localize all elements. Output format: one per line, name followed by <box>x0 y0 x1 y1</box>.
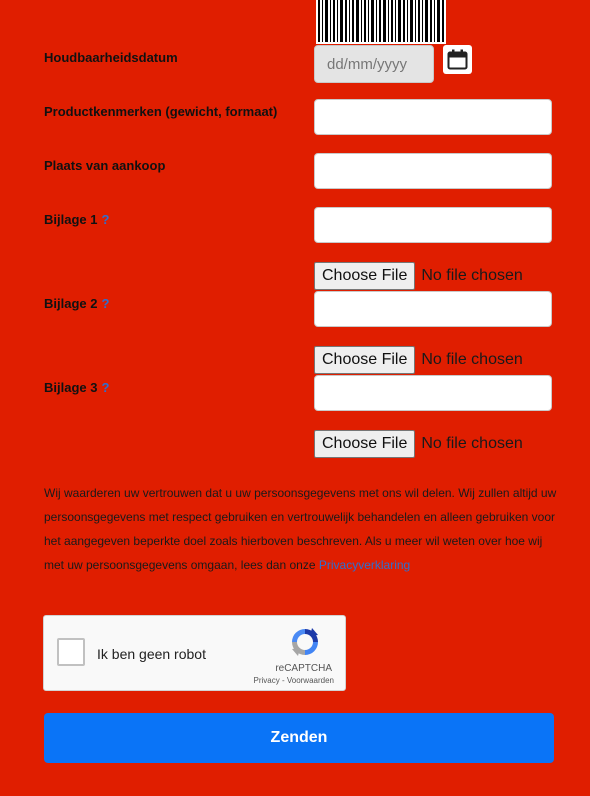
recaptcha-label: Ik ben geen robot <box>97 646 206 662</box>
attachment-1-file-status: No file chosen <box>421 267 523 284</box>
calendar-icon <box>447 49 468 70</box>
attachment-3-label: Bijlage 3? <box>44 380 109 395</box>
attachment-3-help-link[interactable]: ? <box>101 380 109 395</box>
attachment-1-choose-file-button[interactable]: Choose File <box>314 262 416 290</box>
attachment-2-help-link[interactable]: ? <box>101 296 109 311</box>
purchase-place-label: Plaats van aankoop <box>44 158 166 173</box>
recaptcha-links[interactable]: Privacy - Voorwaarden <box>254 676 334 685</box>
attachment-2-label-text: Bijlage 2 <box>44 296 98 311</box>
expiry-date-input[interactable]: dd/mm/yyyy <box>314 45 434 83</box>
attachment-3-file-picker: Choose File No file chosen <box>314 429 523 459</box>
attachment-1-file-picker: Choose File No file chosen <box>314 261 523 291</box>
attachment-1-label-text: Bijlage 1 <box>44 212 98 227</box>
attachment-2-choose-file-button[interactable]: Choose File <box>314 346 416 374</box>
product-features-input[interactable] <box>314 99 552 135</box>
recaptcha-widget: Ik ben geen robot reCAPTCHA Privacy - Vo… <box>43 615 346 691</box>
recaptcha-checkbox[interactable] <box>57 638 85 666</box>
submit-button[interactable]: Zenden <box>44 713 554 763</box>
privacy-text: Wij waarderen uw vertrouwen dat u uw per… <box>44 486 557 572</box>
purchase-place-input[interactable] <box>314 153 552 189</box>
attachment-3-choose-file-button[interactable]: Choose File <box>314 430 416 458</box>
privacy-link[interactable]: Privacyverklaring <box>319 558 410 572</box>
recaptcha-logo-icon <box>292 628 318 656</box>
calendar-button[interactable] <box>443 45 472 74</box>
expiry-date-label: Houdbaarheidsdatum <box>44 50 178 65</box>
attachment-3-label-text: Bijlage 3 <box>44 380 98 395</box>
product-features-label: Productkenmerken (gewicht, formaat) <box>44 104 278 119</box>
recaptcha-brand: reCAPTCHA <box>275 663 332 674</box>
attachment-2-input[interactable] <box>314 291 552 327</box>
attachment-3-file-status: No file chosen <box>421 435 523 452</box>
expiry-date-placeholder: dd/mm/yyyy <box>327 55 408 73</box>
attachment-1-input[interactable] <box>314 207 552 243</box>
attachment-3-input[interactable] <box>314 375 552 411</box>
attachment-2-file-picker: Choose File No file chosen <box>314 345 523 375</box>
attachment-1-label: Bijlage 1? <box>44 212 109 227</box>
barcode-icon <box>316 0 446 44</box>
attachment-2-file-status: No file chosen <box>421 351 523 368</box>
attachment-2-label: Bijlage 2? <box>44 296 109 311</box>
attachment-1-help-link[interactable]: ? <box>101 212 109 227</box>
privacy-statement: Wij waarderen uw vertrouwen dat u uw per… <box>44 481 564 577</box>
